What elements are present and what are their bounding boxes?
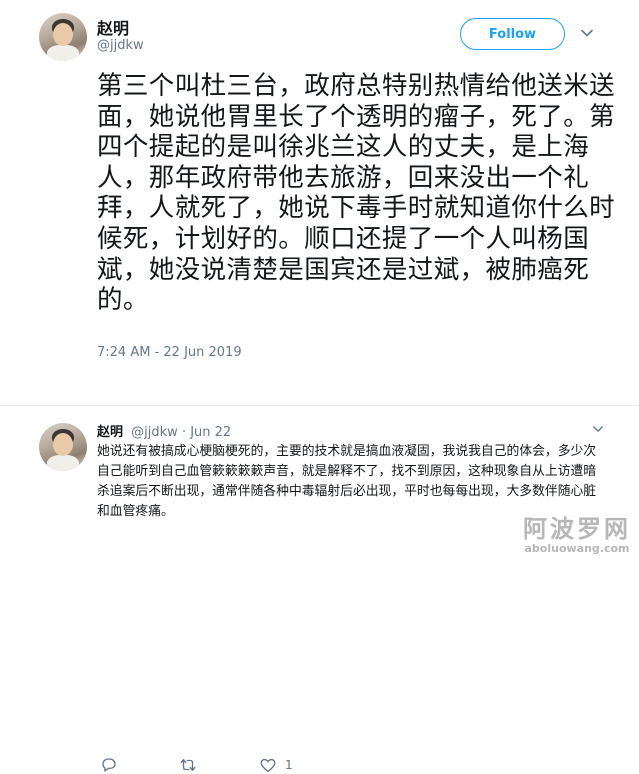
avatar-shirt <box>47 45 79 61</box>
retweet-icon <box>180 759 196 771</box>
tweet-timestamp[interactable]: 7:24 AM - 22 Jun 2019 <box>97 345 242 360</box>
retweet-button[interactable] <box>178 756 198 774</box>
chevron-down-icon[interactable] <box>592 423 604 435</box>
avatar-face <box>53 23 73 46</box>
reply-date[interactable]: · Jun 22 <box>182 425 231 440</box>
tweet-text: 第三个叫杜三台，政府总特别热情给他送米送面，她说他胃里长了个透明的瘤子，死了。第… <box>97 71 616 316</box>
follow-button[interactable]: Follow <box>460 18 565 50</box>
avatar-face <box>53 433 73 456</box>
reply-button[interactable] <box>100 756 118 774</box>
watermark: 阿波罗网 aboluowang.com <box>523 509 631 555</box>
author-handle[interactable]: @jjdkw <box>97 38 144 53</box>
like-button[interactable]: 1 <box>259 756 293 774</box>
watermark-name: 阿波罗网 <box>523 515 631 543</box>
chevron-down-icon[interactable] <box>580 26 594 40</box>
reply-handle[interactable]: @jjdkw <box>131 425 178 440</box>
divider <box>0 405 639 406</box>
avatar-shirt <box>47 455 79 471</box>
avatar[interactable] <box>39 13 87 61</box>
like-count: 1 <box>285 758 293 772</box>
like-icon <box>260 758 276 773</box>
reply-header: 赵明 @jjdkw · Jun 22 <box>97 421 231 440</box>
author-name[interactable]: 赵明 <box>97 15 129 39</box>
watermark-url: aboluowang.com <box>524 542 630 555</box>
reply-icon <box>102 758 116 772</box>
reply-author-name[interactable]: 赵明 <box>97 425 123 440</box>
reply-avatar[interactable] <box>39 423 87 471</box>
